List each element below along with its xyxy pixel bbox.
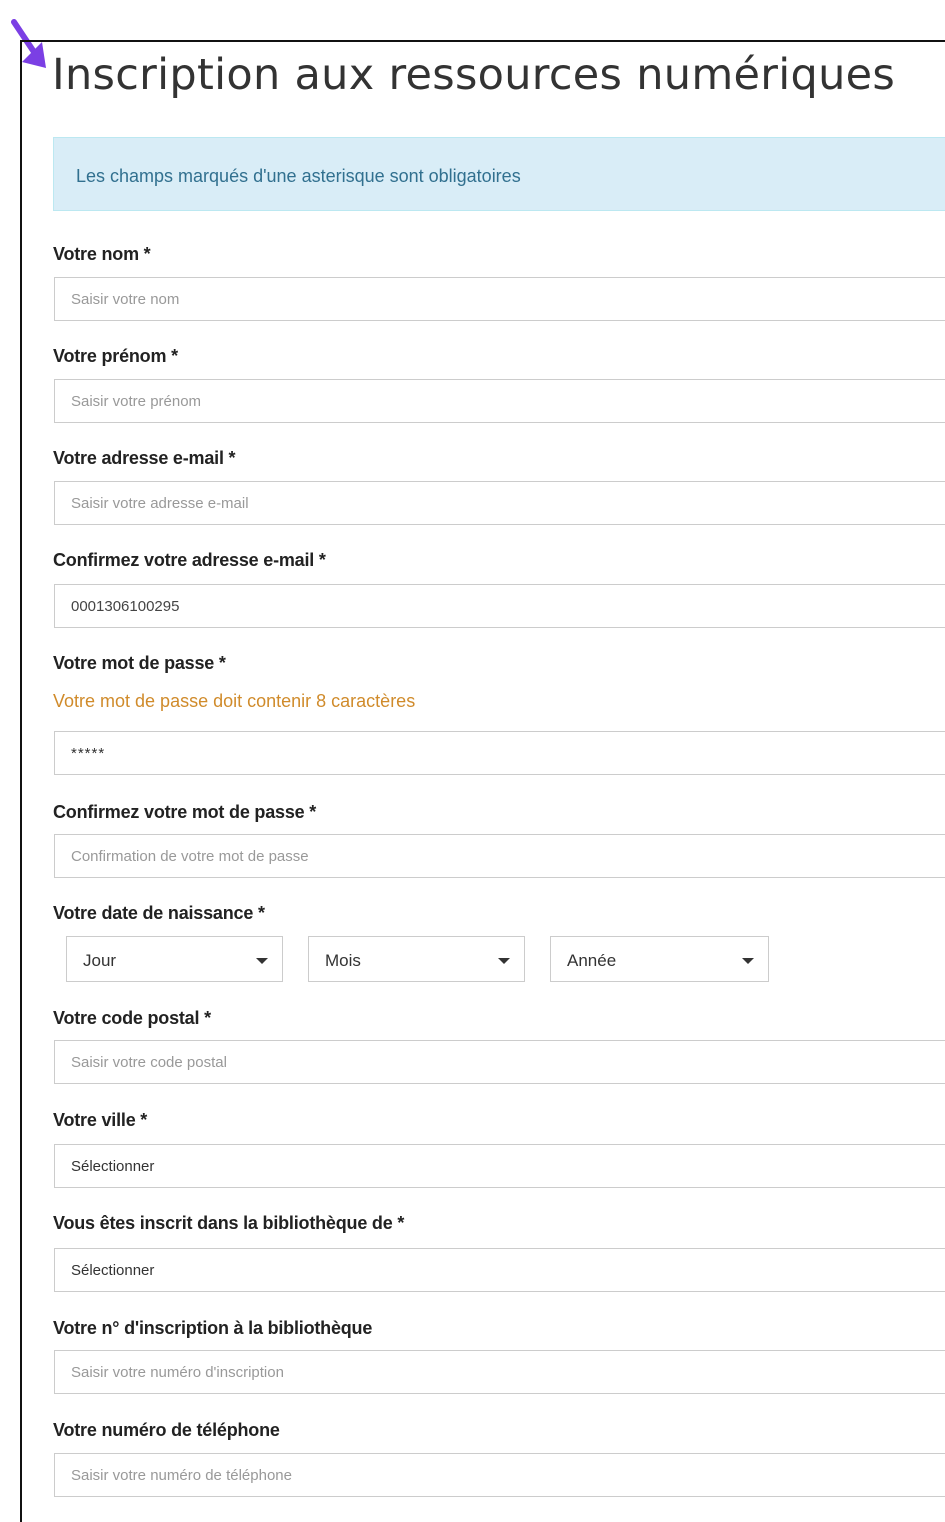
password-hint: Votre mot de passe doit contenir 8 carac… [53, 691, 416, 711]
caret-down-icon [742, 958, 754, 964]
email-input[interactable] [54, 481, 945, 525]
label-password-confirm: Confirmez votre mot de passe * [53, 802, 317, 822]
caret-down-icon [498, 958, 510, 964]
postal-code-input[interactable] [54, 1040, 945, 1084]
label-prenom: Votre prénom * [53, 346, 178, 366]
password-confirm-input[interactable] [54, 834, 945, 878]
year-select-value: Année [567, 951, 617, 970]
label-postal: Votre code postal * [53, 1008, 211, 1028]
info-alert: Les champs marqués d'une asterisque sont… [53, 137, 945, 211]
label-phone: Votre numéro de téléphone [53, 1420, 280, 1440]
month-select[interactable]: Mois [308, 936, 525, 982]
label-library-number: Votre n° d'inscription à la bibliothèque [53, 1318, 373, 1338]
library-select-value: Sélectionner [71, 1262, 155, 1279]
phone-input[interactable] [54, 1453, 945, 1497]
email-confirm-input[interactable] [54, 584, 945, 628]
label-city: Votre ville * [53, 1110, 148, 1130]
label-nom: Votre nom * [53, 244, 151, 264]
nom-input[interactable] [54, 277, 945, 321]
info-alert-text: Les champs marqués d'une asterisque sont… [76, 166, 521, 186]
label-library: Vous êtes inscrit dans la bibliothèque d… [53, 1213, 405, 1233]
day-select[interactable]: Jour [66, 936, 283, 982]
library-select[interactable]: Sélectionner [54, 1248, 945, 1292]
password-input[interactable] [54, 731, 945, 775]
city-select[interactable]: Sélectionner [54, 1144, 945, 1188]
label-password: Votre mot de passe * [53, 653, 226, 673]
page-frame [20, 40, 945, 1522]
year-select[interactable]: Année [550, 936, 769, 982]
day-select-value: Jour [83, 951, 117, 970]
label-birthdate: Votre date de naissance * [53, 903, 265, 923]
library-number-input[interactable] [54, 1350, 945, 1394]
prenom-input[interactable] [54, 379, 945, 423]
month-select-value: Mois [325, 951, 361, 970]
page-title: Inscription aux ressources numériques [52, 50, 896, 100]
label-email-confirm: Confirmez votre adresse e-mail * [53, 550, 326, 570]
caret-down-icon [256, 958, 268, 964]
city-select-value: Sélectionner [71, 1158, 155, 1175]
label-email: Votre adresse e-mail * [53, 448, 236, 468]
